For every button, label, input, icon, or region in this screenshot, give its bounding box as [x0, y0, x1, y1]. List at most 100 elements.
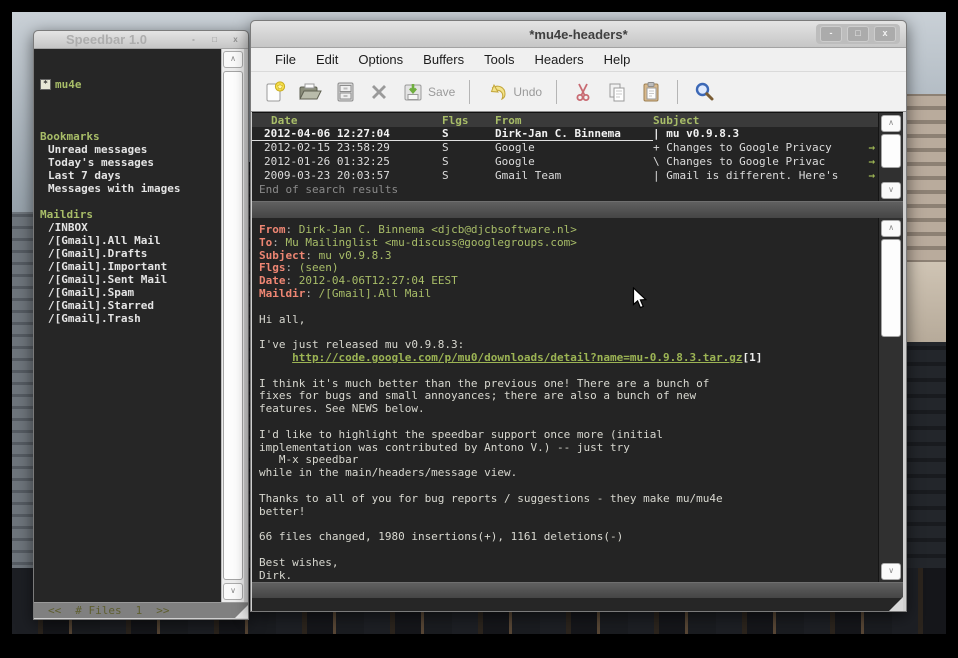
menu-item-options[interactable]: Options: [348, 52, 413, 67]
message-row[interactable]: 2009-03-23 20:03:57SGmail Team| Gmail is…: [252, 169, 878, 183]
scroll-up-icon[interactable]: ∧: [223, 51, 243, 68]
headers-scrollbar[interactable]: ∧ ∨: [878, 113, 903, 201]
body-line: better!: [259, 505, 878, 518]
emacs-titlebar[interactable]: *mu4e-headers* - □ x: [251, 21, 906, 48]
scroll-up-icon[interactable]: ∧: [881, 115, 901, 132]
speedbar-item[interactable]: Today's messages: [34, 156, 221, 169]
speedbar-close-button[interactable]: x: [229, 34, 242, 45]
body-line: I'd like to highlight the speedbar suppo…: [259, 428, 878, 441]
view-header-colon: :: [305, 249, 318, 262]
speedbar-item[interactable]: /[Gmail].Spam: [34, 286, 221, 299]
body-line: [259, 543, 878, 556]
view-header-label: Maildir: [259, 287, 305, 300]
menu-item-headers[interactable]: Headers: [524, 52, 593, 67]
view-modeline: U:%*-*mu4e-view*Top L1(mu4e:view): [252, 582, 903, 598]
speedbar-item[interactable]: /INBOX: [34, 221, 221, 234]
search-button[interactable]: [692, 80, 716, 104]
speedbar-item[interactable]: Messages with images: [34, 182, 221, 195]
open-file-button[interactable]: [297, 80, 323, 104]
scroll-down-icon[interactable]: ∨: [881, 563, 901, 580]
speedbar-item[interactable]: /[Gmail].Starred: [34, 299, 221, 312]
speedbar-item[interactable]: Last 7 days: [34, 169, 221, 182]
menu-item-edit[interactable]: Edit: [306, 52, 348, 67]
speedbar-item[interactable]: /[Gmail].Trash: [34, 312, 221, 325]
undo-button[interactable]: Undo: [484, 80, 542, 104]
dired-button[interactable]: [333, 80, 357, 104]
copy-button[interactable]: [605, 80, 629, 104]
window-resize-grip[interactable]: [889, 597, 903, 611]
subject-text: \ Changes to Google Privac: [653, 155, 825, 168]
view-header-value: mu v0.9.8.3: [319, 249, 392, 262]
view-header-line: To: Mu Mailinglist <mu-discuss@googlegro…: [259, 236, 878, 249]
paste-button[interactable]: [639, 80, 663, 104]
view-header-value: 2012-04-06T12:27:04 EEST: [299, 274, 458, 287]
body-line: M-x speedbar: [259, 453, 878, 466]
speedbar-root-label: mu4e: [55, 78, 82, 91]
view-header-line: From: Dirk-Jan C. Binnema <djcb@djcbsoft…: [259, 223, 878, 236]
close-buffer-button[interactable]: [367, 80, 391, 104]
column-date: Date: [252, 113, 442, 127]
menu-item-buffers[interactable]: Buffers: [413, 52, 474, 67]
cell-date: 2012-04-06 12:27:04: [252, 127, 442, 141]
speedbar-item[interactable]: /[Gmail].Sent Mail: [34, 273, 221, 286]
view-header-label: Subject: [259, 249, 305, 262]
view-scrollbar-thumb[interactable]: [881, 239, 901, 337]
scroll-down-icon[interactable]: ∨: [223, 583, 243, 600]
speedbar-maximize-button[interactable]: □: [208, 34, 221, 45]
speedbar-files-button[interactable]: # Files: [75, 603, 121, 618]
speedbar-tree: * mu4e BookmarksUnread messagesToday's m…: [34, 49, 221, 602]
toolbar-separator: [556, 80, 557, 104]
menu-item-tools[interactable]: Tools: [474, 52, 524, 67]
subject-text: | mu v0.9.8.3: [653, 127, 789, 141]
new-file-icon: [263, 80, 287, 104]
speedbar-resize-grip[interactable]: [235, 605, 248, 618]
cut-button[interactable]: [571, 80, 595, 104]
view-header-value: Dirk-Jan C. Binnema <djcb@djcbsoftware.n…: [299, 223, 577, 236]
speedbar-prev-button[interactable]: <<: [48, 603, 61, 618]
scroll-down-icon[interactable]: ∨: [881, 182, 901, 199]
speedbar-root-item[interactable]: * mu4e: [34, 78, 221, 91]
view-scrollbar[interactable]: ∧ ∨: [878, 218, 903, 582]
expand-icon[interactable]: *: [40, 79, 51, 90]
maximize-button[interactable]: □: [847, 26, 869, 42]
message-row[interactable]: 2012-02-15 23:58:29SGoogle+ Changes to G…: [252, 141, 878, 155]
speedbar-scrollbar[interactable]: ∧ ∨: [221, 49, 244, 602]
speedbar-statusbar: << # Files 1 >>: [34, 602, 248, 618]
minimize-button[interactable]: -: [820, 26, 842, 42]
column-flags: Flgs: [442, 113, 495, 127]
body-line: 66 files changed, 1980 insertions(+), 11…: [259, 530, 878, 543]
scroll-up-icon[interactable]: ∧: [881, 220, 901, 237]
end-of-results-text: End of search results: [252, 183, 878, 196]
speedbar-item[interactable]: /[Gmail].All Mail: [34, 234, 221, 247]
speedbar-next-button[interactable]: >>: [156, 603, 169, 618]
menu-item-file[interactable]: File: [265, 52, 306, 67]
new-file-button[interactable]: [263, 80, 287, 104]
speedbar-scrollbar-thumb[interactable]: [223, 71, 243, 580]
save-button-label: Save: [428, 85, 455, 99]
paste-clipboard-icon: [639, 80, 663, 104]
speedbar-minimize-button[interactable]: -: [187, 34, 200, 45]
speedbar-item[interactable]: /[Gmail].Drafts: [34, 247, 221, 260]
body-line: Hi all,: [259, 313, 878, 326]
message-row[interactable]: 2012-04-06 12:27:04SDirk-Jan C. Binnema|…: [252, 127, 878, 141]
view-header-line: Flgs: (seen): [259, 261, 878, 274]
speedbar-titlebar[interactable]: Speedbar 1.0 - □ x: [34, 31, 248, 49]
column-subject: Subject: [653, 113, 878, 127]
truncation-arrow-icon: →: [868, 141, 875, 154]
close-button[interactable]: x: [874, 26, 896, 42]
body-link[interactable]: http://code.google.com/p/mu0/downloads/d…: [292, 351, 742, 364]
view-header-line: Maildir: /[Gmail].All Mail: [259, 287, 878, 300]
headers-scrollbar-thumb[interactable]: [881, 134, 901, 168]
message-row[interactable]: 2012-01-26 01:32:25SGoogle\ Changes to G…: [252, 155, 878, 169]
save-button[interactable]: Save: [401, 80, 455, 104]
undo-arrow-icon: [484, 80, 510, 104]
truncation-arrow-icon: →: [868, 169, 875, 182]
speedbar-item[interactable]: /[Gmail].Important: [34, 260, 221, 273]
menu-item-help[interactable]: Help: [594, 52, 641, 67]
speedbar-item[interactable]: Unread messages: [34, 143, 221, 156]
file-cabinet-icon: [333, 80, 357, 104]
view-header-value: /[Gmail].All Mail: [319, 287, 432, 300]
view-header-line: Subject: mu v0.9.8.3: [259, 249, 878, 262]
headers-rows: 2012-04-06 12:27:04SDirk-Jan C. Binnema|…: [252, 127, 878, 183]
link-indent: [259, 351, 292, 364]
